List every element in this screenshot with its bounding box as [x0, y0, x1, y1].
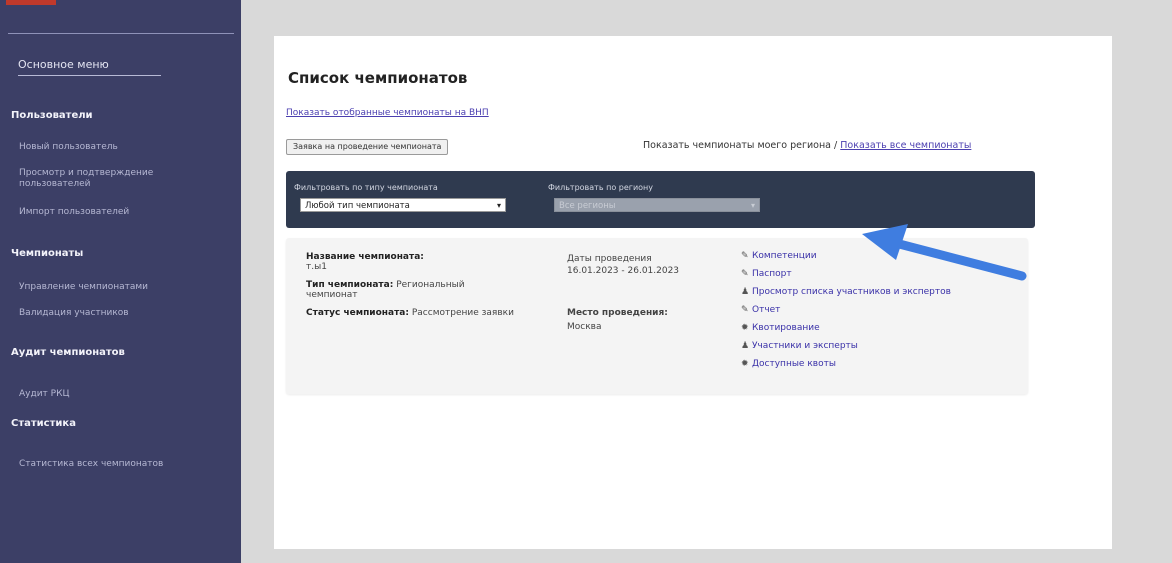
action-participants-experts[interactable]: ♟ Участники и эксперты: [741, 341, 858, 351]
wrench-icon: ✎: [741, 305, 749, 315]
gear-icon: ✹: [741, 323, 749, 333]
sidebar-heading-statistics: Статистика: [11, 418, 76, 429]
sidebar-item-audit-rkc[interactable]: Аудит РКЦ: [19, 389, 219, 400]
type-filter-value: Любой тип чемпионата: [305, 201, 410, 211]
sidebar-item-validation[interactable]: Валидация участников: [19, 308, 219, 319]
region-filter-select[interactable]: Все регионы ▾: [554, 198, 760, 212]
sidebar-heading-championships: Чемпионаты: [11, 248, 84, 259]
action-available-quotas[interactable]: ✹ Доступные квоты: [741, 359, 836, 369]
page-title: Список чемпионатов: [288, 69, 468, 87]
sidebar-heading-users: Пользователи: [11, 110, 93, 121]
name-label: Название чемпионата:: [306, 252, 424, 262]
person-icon: ♟: [741, 287, 750, 297]
place-value: Москва: [567, 322, 602, 332]
wrench-icon: ✎: [741, 269, 749, 279]
championship-status: Статус чемпионата: Рассмотрение заявки: [306, 308, 546, 318]
person-icon: ♟: [741, 341, 750, 351]
sidebar-item-manage-championships[interactable]: Управление чемпионатами: [19, 282, 219, 293]
action-quotas[interactable]: ✹ Квотирование: [741, 323, 820, 333]
region-filter-value: Все регионы: [559, 201, 616, 211]
show-all-link[interactable]: Показать все чемпионаты: [840, 140, 971, 151]
wrench-icon: ✎: [741, 251, 749, 261]
dates-value: 16.01.2023 - 26.01.2023: [567, 266, 680, 276]
region-toggle: Показать чемпионаты моего региона / Пока…: [643, 140, 971, 151]
region-separator: /: [834, 140, 838, 151]
dates-label: Даты проведения: [567, 254, 652, 264]
sidebar-divider: [8, 33, 234, 34]
main-menu-link[interactable]: Основное меню: [18, 58, 161, 76]
apply-championship-button[interactable]: Заявка на проведение чемпионата: [286, 139, 449, 155]
annotation-arrow: [862, 224, 1027, 281]
status-label: Статус чемпионата:: [306, 308, 409, 318]
region-filter-label: Фильтровать по региону: [548, 183, 654, 192]
name-value: т.ы1: [306, 262, 327, 272]
sidebar-item-import-users[interactable]: Импорт пользователей: [19, 207, 219, 218]
action-report[interactable]: ✎ Отчет: [741, 305, 780, 315]
sidebar-heading-audit: Аудит чемпионатов: [11, 347, 125, 358]
type-filter-label: Фильтровать по типу чемпионата: [294, 183, 438, 192]
chevron-down-icon: ▾: [750, 201, 755, 210]
my-region-text[interactable]: Показать чемпионаты моего региона: [643, 140, 831, 151]
favorites-link[interactable]: Показать отобранные чемпионаты на ВНП: [286, 108, 489, 118]
type-filter-select[interactable]: Любой тип чемпионата ▾: [300, 198, 506, 212]
sidebar-item-view-users[interactable]: Просмотр и подтверждение пользователей: [19, 168, 209, 190]
status-value: Рассмотрение заявки: [411, 308, 514, 318]
sidebar: Основное меню Пользователи Новый пользов…: [0, 0, 241, 563]
action-passport[interactable]: ✎ Паспорт: [741, 269, 792, 279]
championship-name: Название чемпионата: т.ы1: [306, 252, 481, 272]
logo[interactable]: [6, 0, 56, 5]
sidebar-item-statistics-all[interactable]: Статистика всех чемпионатов: [19, 459, 219, 470]
championship-type: Тип чемпионата: Региональный чемпионат: [306, 280, 506, 300]
gear-icon: ✹: [741, 359, 749, 369]
sidebar-item-new-user[interactable]: Новый пользователь: [19, 142, 219, 153]
chevron-down-icon: ▾: [496, 201, 501, 210]
action-competencies[interactable]: ✎ Компетенции: [741, 251, 817, 261]
place-label: Место проведения:: [567, 308, 668, 318]
type-label: Тип чемпионата:: [306, 280, 394, 290]
